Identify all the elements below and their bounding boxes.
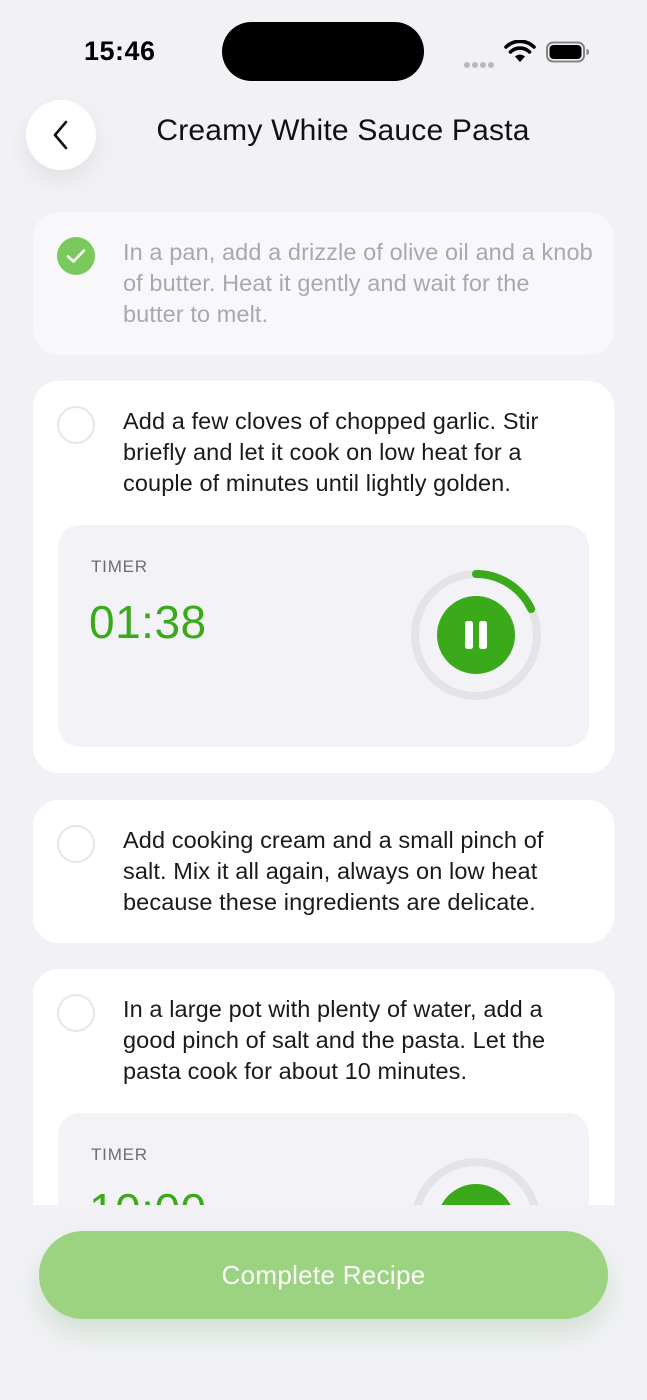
step-checkbox[interactable]: [57, 406, 95, 444]
step-card[interactable]: Add cooking cream and a small pinch of s…: [33, 800, 614, 943]
timer-value: 01:38: [89, 596, 207, 648]
timer-value: 10:00: [89, 1183, 207, 1205]
step-text: In a pan, add a drizzle of olive oil and…: [123, 239, 593, 327]
timer-pause-button[interactable]: [410, 569, 542, 701]
step-card[interactable]: In a large pot with plenty of water, add…: [33, 969, 614, 1205]
step-card[interactable]: In a pan, add a drizzle of olive oil and…: [33, 212, 614, 355]
timer-label: TIMER: [91, 557, 148, 576]
timer-panel: TIMER 01:38: [58, 525, 589, 747]
timer-play-button[interactable]: [410, 1157, 542, 1205]
steps-list[interactable]: In a pan, add a drizzle of olive oil and…: [0, 0, 647, 1205]
step-text: Add cooking cream and a small pinch of s…: [123, 827, 544, 915]
step-checkbox[interactable]: [57, 825, 95, 863]
step-text: Add a few cloves of chopped garlic. Stir…: [123, 408, 539, 496]
complete-recipe-button[interactable]: Complete Recipe: [39, 1231, 608, 1319]
back-button[interactable]: [26, 100, 96, 170]
step-text: In a large pot with plenty of water, add…: [123, 996, 546, 1084]
checkmark-icon: [66, 249, 86, 263]
timer-panel: TIMER 10:00: [58, 1113, 589, 1205]
step-card[interactable]: Add a few cloves of chopped garlic. Stir…: [33, 381, 614, 773]
timer-label: TIMER: [91, 1145, 148, 1164]
step-checkbox[interactable]: [57, 994, 95, 1032]
page-title: Creamy White Sauce Pasta: [156, 114, 530, 147]
chevron-left-icon: [53, 120, 68, 150]
step-checkbox-checked[interactable]: [57, 237, 95, 275]
